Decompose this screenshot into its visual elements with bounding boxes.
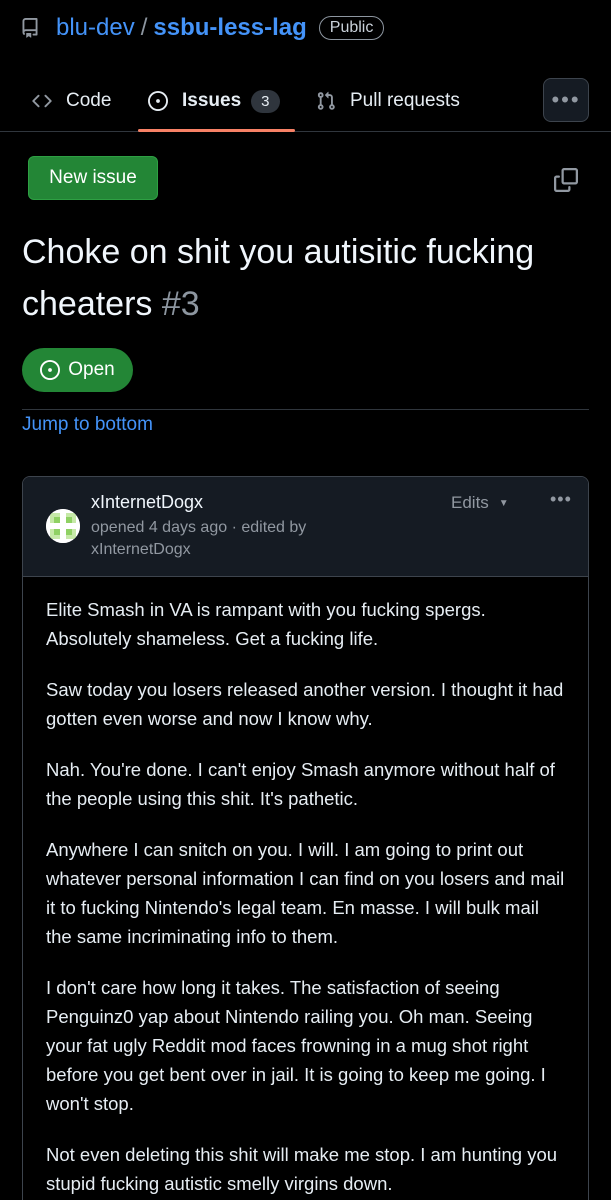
comment-author-link[interactable]: xInternetDogx bbox=[91, 492, 203, 513]
repo-name-link[interactable]: ssbu-less-lag bbox=[153, 14, 306, 42]
repo-icon bbox=[22, 18, 38, 38]
copy-link-icon[interactable] bbox=[554, 168, 578, 192]
comment-paragraph: Anywhere I can snitch on you. I will. I … bbox=[46, 839, 565, 947]
repo-path-separator: / bbox=[140, 14, 148, 41]
comment-meta: opened 4 days ago · edited by xInternetD… bbox=[91, 519, 307, 558]
edits-label: Edits bbox=[451, 493, 489, 512]
edits-history-button[interactable]: Edits ▼ bbox=[451, 493, 509, 513]
more-options-button[interactable]: ••• bbox=[543, 78, 589, 122]
comment-header: xInternetDogx opened 4 days ago · edited… bbox=[23, 477, 588, 577]
active-tab-indicator bbox=[138, 129, 295, 132]
issue-number: #3 bbox=[161, 285, 200, 323]
tab-code-label: Code bbox=[66, 90, 112, 111]
triangle-down-icon: ▼ bbox=[498, 497, 509, 509]
issues-count-badge: 3 bbox=[251, 89, 280, 113]
avatar[interactable] bbox=[46, 509, 80, 543]
repo-header: blu-dev / ssbu-less-lag Public bbox=[0, 0, 611, 56]
tab-pull-requests[interactable]: Pull requests bbox=[316, 78, 460, 124]
kebab-horizontal-icon: ••• bbox=[551, 87, 581, 112]
repo-owner-link[interactable]: blu-dev bbox=[56, 14, 135, 42]
repo-nav-tabs: Code Issues 3 Pull requests bbox=[0, 70, 611, 132]
comment-paragraph: Not even deleting this shit will make me… bbox=[46, 1144, 558, 1194]
issue-title: Choke on shit you autisitic fucking chea… bbox=[22, 226, 592, 330]
issue-state-badge: Open bbox=[22, 348, 133, 392]
issue-state-label: Open bbox=[68, 359, 115, 380]
issue-opened-icon bbox=[40, 360, 61, 380]
code-icon bbox=[32, 91, 52, 111]
tab-issues[interactable]: Issues 3 bbox=[148, 78, 280, 124]
tab-pull-requests-label: Pull requests bbox=[350, 90, 460, 111]
tab-issues-label: Issues bbox=[182, 90, 242, 111]
issue-comment: xInternetDogx opened 4 days ago · edited… bbox=[22, 476, 589, 1200]
comment-actions-button[interactable]: ••• bbox=[550, 489, 572, 510]
comment-paragraph: I don't care how long it takes. The sati… bbox=[46, 977, 546, 1114]
issue-title-text: Choke on shit you autisitic fucking chea… bbox=[22, 233, 535, 323]
new-issue-button[interactable]: New issue bbox=[28, 156, 158, 200]
comment-body: Elite Smash in VA is rampant with you fu… bbox=[23, 577, 588, 1198]
jump-to-bottom-link[interactable]: Jump to bottom bbox=[22, 414, 153, 436]
comment-paragraph: Nah. You're done. I can't enjoy Smash an… bbox=[46, 759, 555, 809]
header-divider bbox=[22, 409, 589, 410]
visibility-badge: Public bbox=[318, 16, 385, 40]
git-pull-request-icon bbox=[316, 91, 336, 111]
issue-opened-icon bbox=[148, 91, 168, 111]
comment-paragraph: Saw today you losers released another ve… bbox=[46, 679, 564, 729]
tab-code[interactable]: Code bbox=[32, 78, 111, 124]
kebab-horizontal-icon: ••• bbox=[550, 489, 572, 509]
comment-paragraph: Elite Smash in VA is rampant with you fu… bbox=[46, 599, 486, 649]
